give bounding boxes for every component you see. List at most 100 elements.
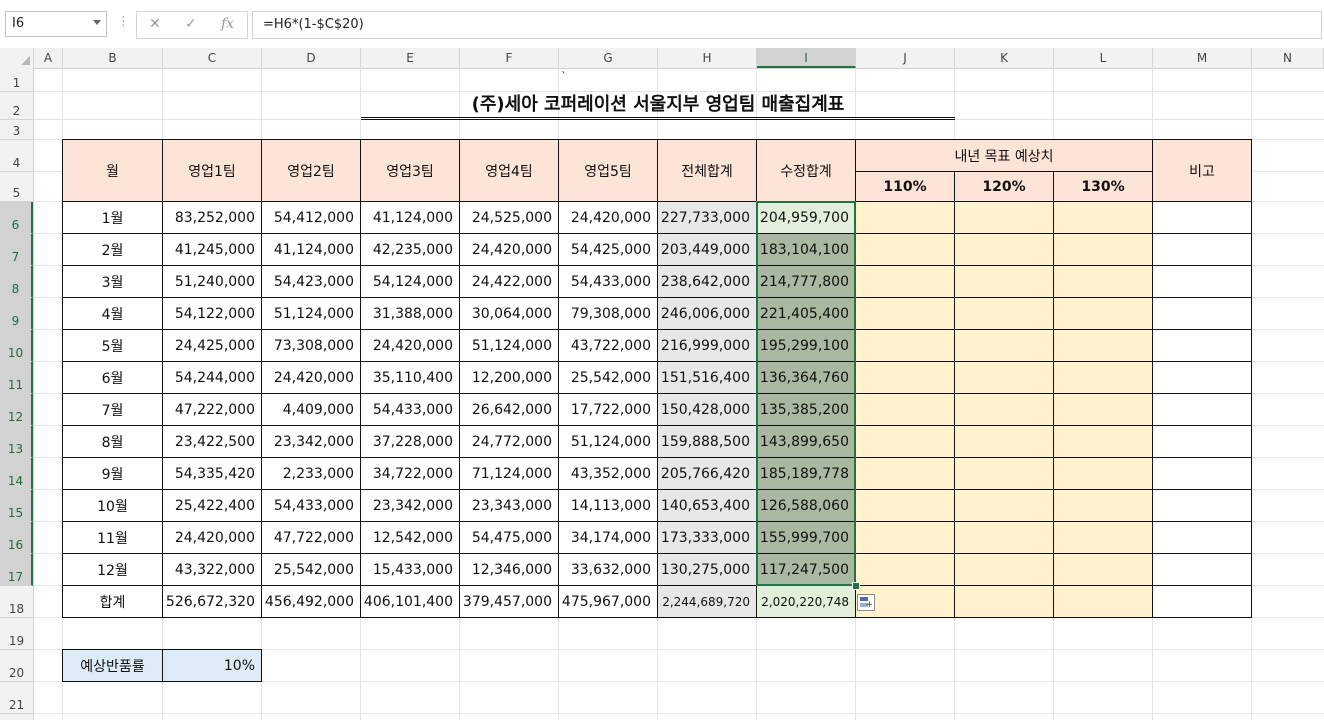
month-cell[interactable]: 6월 — [62, 361, 163, 394]
cancel-icon[interactable]: ✕ — [149, 16, 161, 32]
grand-total-cell[interactable]: 2,244,689,720 — [657, 585, 757, 618]
row-header-21[interactable]: 21 — [0, 682, 33, 714]
target-130-cell[interactable] — [1053, 489, 1153, 522]
value-cell[interactable]: 12,542,000 — [360, 521, 460, 554]
value-cell[interactable]: 83,252,000 — [162, 201, 262, 234]
value-cell[interactable]: 25,542,000 — [261, 553, 361, 586]
total-cell[interactable]: 130,275,000 — [657, 553, 757, 586]
row-header-13[interactable]: 13 — [0, 426, 33, 458]
note-cell[interactable] — [1152, 425, 1252, 458]
row-header-12[interactable]: 12 — [0, 394, 33, 426]
value-cell[interactable]: 24,420,000 — [360, 329, 460, 362]
value-cell[interactable]: 42,235,000 — [360, 233, 460, 266]
column-header-d[interactable]: D — [262, 48, 361, 68]
column-header-l[interactable]: L — [1054, 48, 1153, 68]
column-header-i[interactable]: I — [757, 48, 856, 68]
column-header-n[interactable]: N — [1252, 48, 1324, 68]
value-cell[interactable]: 54,244,000 — [162, 361, 262, 394]
header-total[interactable]: 전체합계 — [657, 139, 757, 202]
target-130-total[interactable] — [1053, 585, 1153, 618]
grand-total-cell[interactable]: 475,967,000 — [558, 585, 658, 618]
header-target-130[interactable]: 130% — [1053, 171, 1153, 202]
total-label[interactable]: 합계 — [62, 585, 163, 618]
target-110-cell[interactable] — [855, 201, 955, 234]
formula-input[interactable]: =H6*(1-$C$20) — [252, 11, 1322, 39]
header-team1[interactable]: 영업1팀 — [162, 139, 262, 202]
value-cell[interactable]: 54,423,000 — [261, 265, 361, 298]
total-cell[interactable]: 151,516,400 — [657, 361, 757, 394]
row-header-10[interactable]: 10 — [0, 330, 33, 362]
target-110-cell[interactable] — [855, 425, 955, 458]
row-header-18[interactable]: 18 — [0, 586, 33, 618]
value-cell[interactable]: 51,124,000 — [459, 329, 559, 362]
row-header-9[interactable]: 9 — [0, 298, 33, 330]
target-130-cell[interactable] — [1053, 553, 1153, 586]
value-cell[interactable]: 12,346,000 — [459, 553, 559, 586]
revised-cell[interactable]: 135,385,200 — [756, 393, 856, 426]
value-cell[interactable]: 54,412,000 — [261, 201, 361, 234]
total-cell[interactable]: 159,888,500 — [657, 425, 757, 458]
value-cell[interactable]: 41,124,000 — [360, 201, 460, 234]
note-cell[interactable] — [1152, 457, 1252, 490]
value-cell[interactable]: 24,772,000 — [459, 425, 559, 458]
value-cell[interactable]: 24,420,000 — [459, 233, 559, 266]
column-header-a[interactable]: A — [34, 48, 63, 68]
target-110-cell[interactable] — [855, 553, 955, 586]
grand-total-cell[interactable]: 379,457,000 — [459, 585, 559, 618]
header-team5[interactable]: 영업5팀 — [558, 139, 658, 202]
column-header-g[interactable]: G — [559, 48, 658, 68]
revised-cell[interactable]: 126,588,060 — [756, 489, 856, 522]
header-team4[interactable]: 영업4팀 — [459, 139, 559, 202]
target-120-cell[interactable] — [954, 425, 1054, 458]
value-cell[interactable]: 23,422,500 — [162, 425, 262, 458]
note-cell[interactable] — [1152, 521, 1252, 554]
row-header-4[interactable]: 4 — [0, 140, 33, 172]
note-cell[interactable] — [1152, 233, 1252, 266]
column-header-c[interactable]: C — [163, 48, 262, 68]
target-110-cell[interactable] — [855, 393, 955, 426]
value-cell[interactable]: 54,425,000 — [558, 233, 658, 266]
target-120-cell[interactable] — [954, 201, 1054, 234]
value-cell[interactable]: 34,174,000 — [558, 521, 658, 554]
value-cell[interactable]: 71,124,000 — [459, 457, 559, 490]
value-cell[interactable]: 54,433,000 — [558, 265, 658, 298]
target-110-cell[interactable] — [855, 265, 955, 298]
value-cell[interactable]: 54,475,000 — [459, 521, 559, 554]
row-header-20[interactable]: 20 — [0, 650, 33, 682]
revised-cell[interactable]: 183,104,100 — [756, 233, 856, 266]
value-cell[interactable]: 33,632,000 — [558, 553, 658, 586]
header-revised[interactable]: 수정합계 — [756, 139, 856, 202]
row-header-15[interactable]: 15 — [0, 490, 33, 522]
enter-icon[interactable]: ✓ — [185, 16, 197, 32]
value-cell[interactable]: 30,064,000 — [459, 297, 559, 330]
target-110-cell[interactable] — [855, 521, 955, 554]
insert-function-icon[interactable]: fx — [221, 16, 234, 32]
month-cell[interactable]: 9월 — [62, 457, 163, 490]
row-header-8[interactable]: 8 — [0, 266, 33, 298]
target-110-cell[interactable] — [855, 297, 955, 330]
total-cell[interactable]: 238,642,000 — [657, 265, 757, 298]
value-cell[interactable]: 17,722,000 — [558, 393, 658, 426]
value-cell[interactable]: 14,113,000 — [558, 489, 658, 522]
value-cell[interactable]: 31,388,000 — [360, 297, 460, 330]
target-130-cell[interactable] — [1053, 457, 1153, 490]
total-cell[interactable]: 246,006,000 — [657, 297, 757, 330]
total-cell[interactable]: 173,333,000 — [657, 521, 757, 554]
total-cell[interactable]: 150,428,000 — [657, 393, 757, 426]
value-cell[interactable]: 37,228,000 — [360, 425, 460, 458]
fill-handle[interactable] — [852, 582, 860, 590]
value-cell[interactable]: 79,308,000 — [558, 297, 658, 330]
value-cell[interactable]: 73,308,000 — [261, 329, 361, 362]
value-cell[interactable]: 25,542,000 — [558, 361, 658, 394]
more-options-icon[interactable]: ⋮ — [117, 14, 130, 29]
header-team3[interactable]: 영업3팀 — [360, 139, 460, 202]
month-cell[interactable]: 7월 — [62, 393, 163, 426]
grand-total-cell[interactable]: 456,492,000 — [261, 585, 361, 618]
grand-total-cell[interactable]: 526,672,320 — [162, 585, 262, 618]
revised-cell[interactable]: 221,405,400 — [756, 297, 856, 330]
value-cell[interactable]: 23,343,000 — [459, 489, 559, 522]
value-cell[interactable]: 47,222,000 — [162, 393, 262, 426]
target-120-cell[interactable] — [954, 361, 1054, 394]
row-header-7[interactable]: 7 — [0, 234, 33, 266]
revised-cell[interactable]: 117,247,500 — [756, 553, 856, 586]
